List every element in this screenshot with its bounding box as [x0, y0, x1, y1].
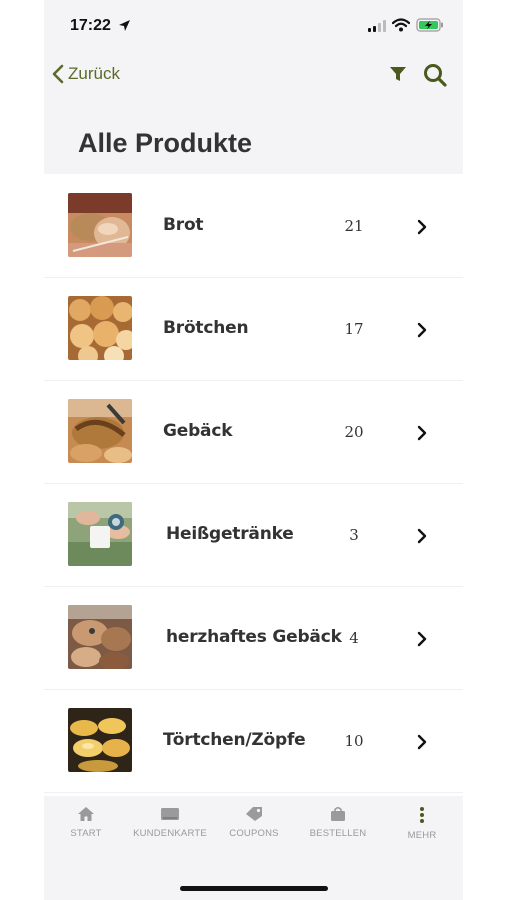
product-label: herzhaftes Gebäck — [166, 627, 342, 647]
page-title: Alle Produkte — [78, 128, 253, 158]
tab-start[interactable]: START — [44, 806, 128, 854]
product-row-toertchen-zoepfe[interactable]: Törtchen/Zöpfe 10 — [44, 689, 463, 793]
battery-charging-icon — [416, 18, 443, 32]
product-count: 3 — [349, 526, 359, 544]
tab-label: COUPONS — [229, 828, 279, 839]
product-row-heissgetraenke[interactable]: Heißgetränke 3 — [44, 483, 463, 587]
chevron-right-icon — [417, 631, 427, 647]
tab-label: MEHR — [407, 830, 437, 841]
product-label: Brot — [163, 215, 204, 235]
tab-label: START — [70, 828, 102, 839]
product-image-toertchen-zoepfe — [68, 708, 132, 772]
product-count: 10 — [344, 732, 364, 750]
product-row-broetchen[interactable]: Brötchen 17 — [44, 277, 463, 381]
status-time: 17:22 — [70, 17, 111, 34]
app-screen: 17:22 Zurück Alle Produkte Brot 21 Brötc… — [44, 0, 463, 900]
wifi-icon — [392, 18, 410, 32]
product-label: Heißgetränke — [166, 524, 294, 544]
tab-label: BESTELLEN — [309, 828, 367, 839]
tab-label: KUNDENKARTE — [133, 828, 207, 839]
product-image-brot — [68, 193, 132, 257]
card-icon — [161, 808, 179, 820]
tab-bar: START KUNDENKARTE COUPONS BESTELLEN MEHR — [44, 796, 463, 900]
back-label: Zurück — [68, 64, 120, 83]
product-row-brot[interactable]: Brot 21 — [44, 174, 463, 278]
cellular-signal-icon — [368, 20, 386, 32]
search-icon[interactable] — [422, 62, 448, 88]
product-row-herzhaftes-gebaeck[interactable]: herzhaftes Gebäck 4 — [44, 586, 463, 690]
product-count: 20 — [344, 423, 364, 441]
more-icon — [420, 807, 424, 823]
product-row-gebaeck[interactable]: Gebäck 20 — [44, 380, 463, 484]
chevron-right-icon — [417, 734, 427, 750]
home-icon — [78, 807, 94, 821]
product-count: 17 — [344, 320, 364, 338]
product-image-herzhaftes-gebaeck — [68, 605, 132, 669]
status-bar: 17:22 — [44, 0, 463, 52]
product-count: 21 — [344, 217, 364, 235]
tab-bestellen[interactable]: BESTELLEN — [296, 806, 380, 854]
product-label: Törtchen/Zöpfe — [163, 730, 306, 750]
location-arrow-icon — [119, 20, 130, 31]
filter-icon[interactable] — [388, 64, 408, 84]
chevron-right-icon — [417, 528, 427, 544]
home-indicator — [180, 886, 328, 891]
product-image-heissgetraenke — [68, 502, 132, 566]
product-label: Brötchen — [163, 318, 249, 338]
product-image-broetchen — [68, 296, 132, 360]
chevron-right-icon — [417, 219, 427, 235]
chevron-left-icon — [52, 64, 64, 84]
product-image-gebaeck — [68, 399, 132, 463]
tab-coupons[interactable]: COUPONS — [212, 806, 296, 854]
chevron-right-icon — [417, 425, 427, 441]
tab-kundenkarte[interactable]: KUNDENKARTE — [128, 806, 212, 854]
back-button[interactable]: Zurück — [52, 60, 120, 88]
chevron-right-icon — [417, 322, 427, 338]
product-label: Gebäck — [163, 421, 233, 441]
tab-mehr[interactable]: MEHR — [380, 806, 463, 854]
tag-icon — [246, 807, 262, 821]
product-count: 4 — [349, 629, 359, 647]
product-list: Brot 21 Brötchen 17 Gebäck 20 Heißgeträn… — [44, 174, 463, 796]
bag-icon — [331, 806, 345, 821]
